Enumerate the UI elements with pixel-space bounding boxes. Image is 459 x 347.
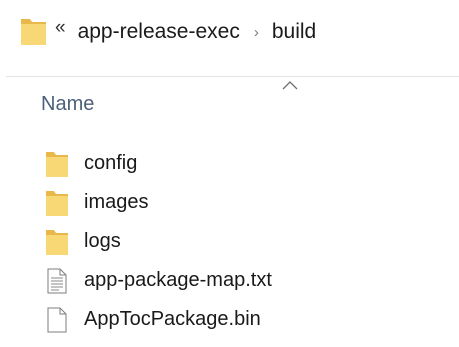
file-name: images <box>84 191 149 213</box>
breadcrumb-separator-icon[interactable]: › <box>254 24 259 41</box>
column-header-name[interactable]: Name <box>41 93 94 116</box>
address-bar-divider <box>6 76 459 77</box>
folder-icon <box>44 188 70 218</box>
file-explorer-window: « app-release-exec › build Name config i… <box>0 0 459 347</box>
address-bar[interactable]: « app-release-exec › build <box>0 0 459 64</box>
folder-icon <box>21 19 46 45</box>
file-name: logs <box>84 230 121 252</box>
text-file-icon <box>44 266 70 296</box>
file-name: config <box>84 152 138 174</box>
list-item-config[interactable]: config <box>44 144 444 183</box>
list-item-app-package-map[interactable]: app-package-map.txt <box>44 261 444 300</box>
folder-icon <box>44 227 70 257</box>
breadcrumb-app-release-exec[interactable]: app-release-exec <box>78 20 240 44</box>
breadcrumb-overflow-button[interactable]: « <box>55 17 66 39</box>
list-item-logs[interactable]: logs <box>44 222 444 261</box>
file-list: config images logs app-package-map.txt A… <box>44 144 444 339</box>
list-item-images[interactable]: images <box>44 183 444 222</box>
blank-file-icon <box>44 305 70 335</box>
sort-ascending-icon <box>282 81 298 90</box>
folder-icon <box>44 149 70 179</box>
file-name: AppTocPackage.bin <box>84 308 261 330</box>
list-item-apptocpackage[interactable]: AppTocPackage.bin <box>44 300 444 339</box>
file-name: app-package-map.txt <box>84 269 272 291</box>
breadcrumb-build[interactable]: build <box>272 20 316 44</box>
